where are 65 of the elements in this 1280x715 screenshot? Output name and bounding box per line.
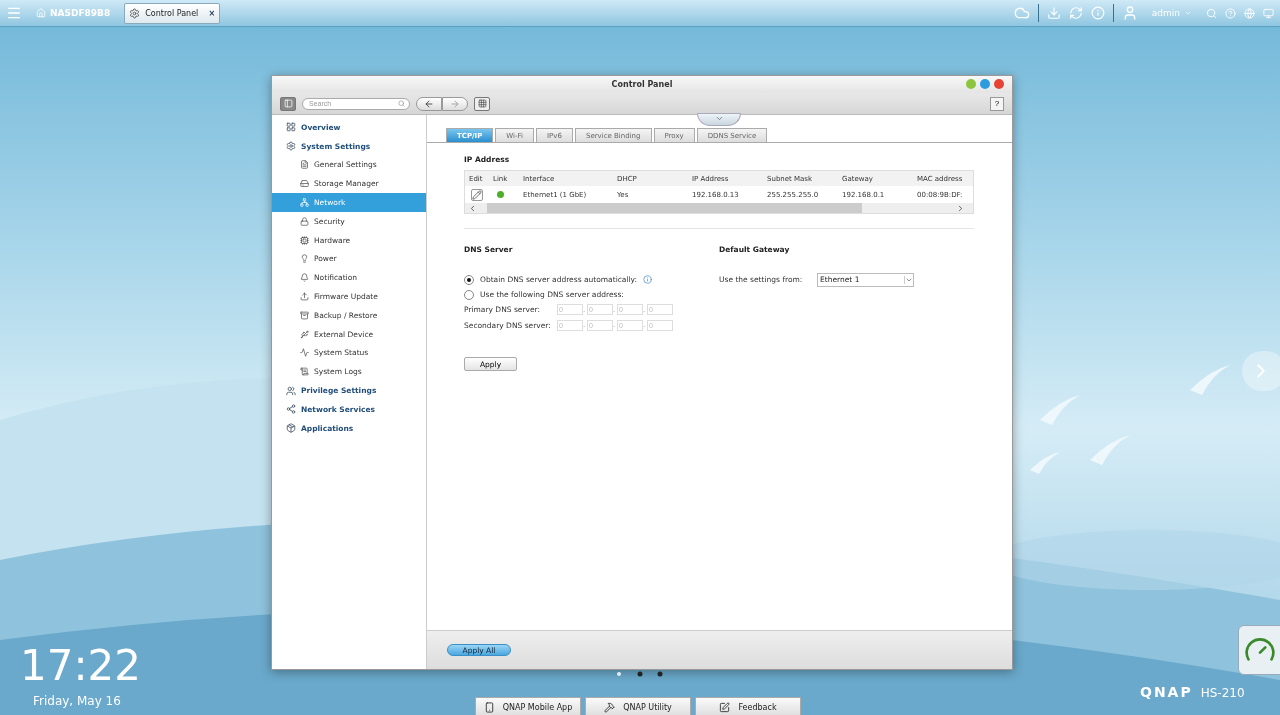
close-button[interactable] — [994, 79, 1004, 89]
setting-icon — [300, 235, 309, 245]
download-icon — [1046, 6, 1061, 20]
minimize-button[interactable] — [966, 79, 976, 89]
monitor-icon — [1263, 7, 1274, 19]
help-icon — [1225, 7, 1236, 19]
setting-icon — [300, 216, 309, 226]
brand-logo: QNAP — [1140, 684, 1193, 700]
phone-icon — [483, 702, 495, 713]
collapse-handle[interactable] — [697, 113, 741, 126]
category-icon — [286, 385, 296, 396]
scrollbar[interactable] — [465, 203, 973, 213]
setting-icon — [300, 310, 309, 320]
caret-icon — [904, 275, 913, 284]
gear-icon — [129, 7, 141, 19]
sync-icon — [1068, 6, 1083, 20]
radio-button[interactable] — [464, 274, 474, 285]
category-icon — [286, 122, 296, 133]
page-dots-icon — [615, 670, 665, 678]
forward-button[interactable] — [442, 96, 468, 111]
dashboard-widget[interactable] — [1238, 625, 1280, 675]
dock-button[interactable]: QNAP Utility — [585, 697, 691, 715]
setting-icon — [300, 160, 309, 170]
setting-icon — [300, 273, 309, 283]
arrow-left-icon — [424, 98, 434, 109]
menu-icon[interactable] — [6, 5, 22, 21]
info-icon — [1090, 6, 1105, 20]
setting-icon — [300, 348, 309, 358]
dock-button[interactable]: QNAP Mobile App — [475, 697, 581, 715]
app-tab[interactable]: Control Panel × — [124, 2, 221, 24]
globe-icon — [1244, 7, 1255, 19]
edit-icon[interactable] — [471, 188, 483, 201]
apps-button[interactable] — [474, 96, 490, 111]
chevron-down-icon — [714, 114, 724, 123]
category-icon — [286, 404, 296, 415]
window-title: Control Panel — [611, 80, 673, 89]
radio-button[interactable] — [464, 289, 474, 300]
chevron-left-icon — [468, 203, 477, 213]
setting-icon — [300, 198, 309, 208]
hammer-icon — [604, 702, 616, 713]
setting-icon — [300, 292, 309, 302]
model-name: HS-210 — [1200, 686, 1245, 700]
home-icon — [36, 8, 46, 18]
search-icon — [1206, 7, 1217, 19]
chevron-right-icon — [956, 203, 965, 213]
category-icon — [286, 141, 296, 152]
setting-icon — [300, 179, 309, 189]
setting-icon — [300, 329, 309, 339]
edit-icon — [719, 702, 731, 713]
caret-icon — [1184, 9, 1192, 17]
dock-button[interactable]: Feedback — [695, 697, 801, 715]
back-button[interactable] — [416, 96, 442, 111]
grid-icon — [477, 99, 487, 108]
setting-icon — [300, 254, 309, 264]
help-button[interactable]: ? — [990, 96, 1004, 111]
category-icon — [286, 423, 296, 434]
arrow-right-icon — [450, 98, 460, 109]
cloud-icon — [1013, 5, 1030, 21]
setting-icon — [300, 367, 309, 377]
clock: 17:22 — [20, 645, 142, 687]
maximize-button[interactable] — [980, 79, 990, 89]
panel-icon — [283, 99, 293, 108]
date: Friday, May 16 — [33, 694, 121, 708]
search-icon — [398, 99, 405, 107]
sidebar-toggle-button[interactable] — [280, 96, 296, 111]
